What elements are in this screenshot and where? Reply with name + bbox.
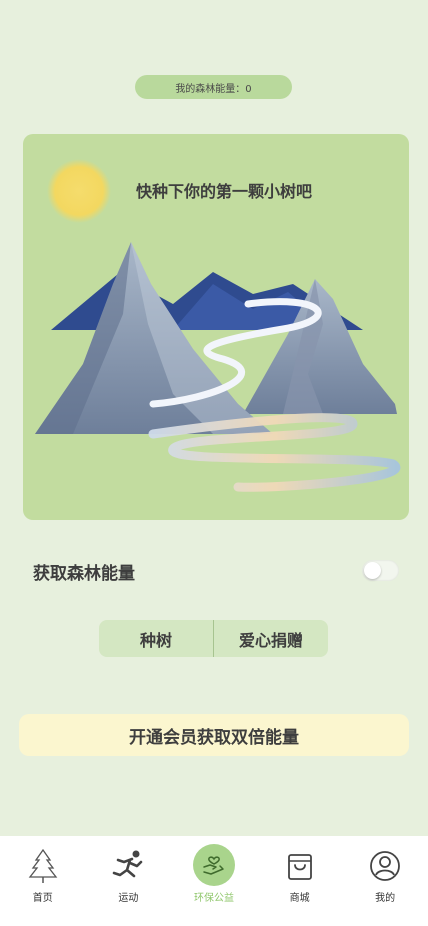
- bottom-tab-bar: 首页 运动 环保公益 商城 我的: [0, 836, 428, 926]
- tab-sports-label: 运动: [118, 893, 139, 904]
- tab-profile[interactable]: 我的: [342, 836, 428, 926]
- membership-label: 开通会员获取双倍能量: [129, 727, 299, 748]
- forest-energy-label: 我的森林能量：0: [175, 83, 252, 95]
- shopping-bag-icon: [280, 846, 320, 886]
- tab-profile-label: 我的: [375, 893, 396, 904]
- toggle-knob: [364, 562, 381, 579]
- tree-illustration-card: 快种下你的第一颗小树吧: [23, 134, 409, 520]
- plant-tree-button[interactable]: 种树: [99, 620, 213, 657]
- runner-icon: [108, 846, 148, 886]
- get-energy-label: 获取森林能量: [33, 564, 135, 584]
- sun-icon: [47, 159, 111, 223]
- hands-heart-icon: [192, 844, 235, 886]
- tab-shop-label: 商城: [289, 893, 310, 904]
- tab-charity-label: 环保公益: [193, 893, 234, 904]
- action-segment: 种树 爱心捐赠: [99, 620, 328, 657]
- energy-toggle[interactable]: [362, 560, 399, 581]
- tab-home-label: 首页: [32, 893, 53, 904]
- charity-donation-button[interactable]: 爱心捐赠: [214, 620, 328, 657]
- user-icon: [365, 846, 405, 886]
- forest-energy-badge: 我的森林能量：0: [135, 75, 292, 99]
- membership-banner[interactable]: 开通会员获取双倍能量: [19, 714, 409, 756]
- tab-shop[interactable]: 商城: [257, 836, 343, 926]
- card-title: 快种下你的第一颗小树吧: [136, 182, 313, 201]
- tab-charity[interactable]: 环保公益: [171, 836, 257, 926]
- tab-sports[interactable]: 运动: [86, 836, 172, 926]
- tree-icon: [23, 846, 63, 886]
- tab-home[interactable]: 首页: [0, 836, 86, 926]
